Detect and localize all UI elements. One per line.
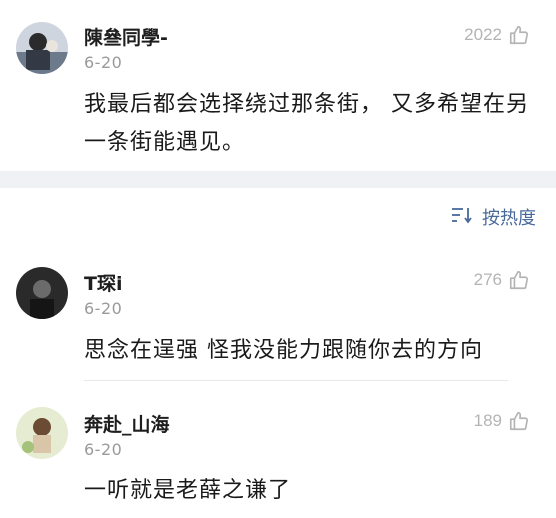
comment-text: 思念在逞强 怪我没能力跟随你去的方向 bbox=[84, 338, 483, 363]
sort-icon bbox=[450, 206, 474, 228]
thumbs-up-icon bbox=[508, 410, 530, 432]
comment-date: 6-20 bbox=[84, 299, 123, 318]
thumbs-up-icon bbox=[508, 24, 530, 46]
comment-item: 奔赴_山海 6-20 189 一听就是老薛之谦了 bbox=[0, 390, 556, 518]
like-button[interactable]: 2022 bbox=[464, 24, 530, 46]
avatar[interactable] bbox=[16, 267, 68, 319]
username[interactable]: T琛i bbox=[84, 269, 122, 296]
username[interactable]: 陳叄同學- bbox=[84, 23, 168, 50]
like-button[interactable]: 276 bbox=[474, 269, 530, 291]
username[interactable]: 奔赴_山海 bbox=[84, 410, 170, 437]
comment-item: 陳叄同學- 6-20 2022 我最后都会选择绕过那条街， 又多希望在另一条街能… bbox=[0, 0, 556, 171]
like-count: 2022 bbox=[464, 25, 502, 44]
comment-text: 我最后都会选择绕过那条街， 又多希望在另一条街能遇见。 bbox=[84, 92, 529, 155]
comment-date: 6-20 bbox=[84, 53, 123, 72]
section-divider bbox=[0, 171, 556, 188]
like-count: 189 bbox=[473, 411, 502, 430]
comment-item: T琛i 6-20 276 思念在逞强 怪我没能力跟随你去的方向 bbox=[0, 250, 556, 380]
comment-text: 一听就是老薛之谦了 bbox=[84, 478, 292, 503]
like-button[interactable]: 189 bbox=[474, 410, 530, 432]
comment-separator bbox=[84, 380, 508, 381]
comment-date: 6-20 bbox=[84, 440, 123, 459]
thumbs-up-icon bbox=[508, 269, 530, 291]
sort-label: 按热度 bbox=[482, 208, 536, 229]
sort-toggle[interactable]: 按热度 bbox=[450, 204, 536, 230]
avatar[interactable] bbox=[16, 22, 68, 74]
avatar[interactable] bbox=[16, 407, 68, 459]
like-count: 276 bbox=[473, 270, 502, 289]
